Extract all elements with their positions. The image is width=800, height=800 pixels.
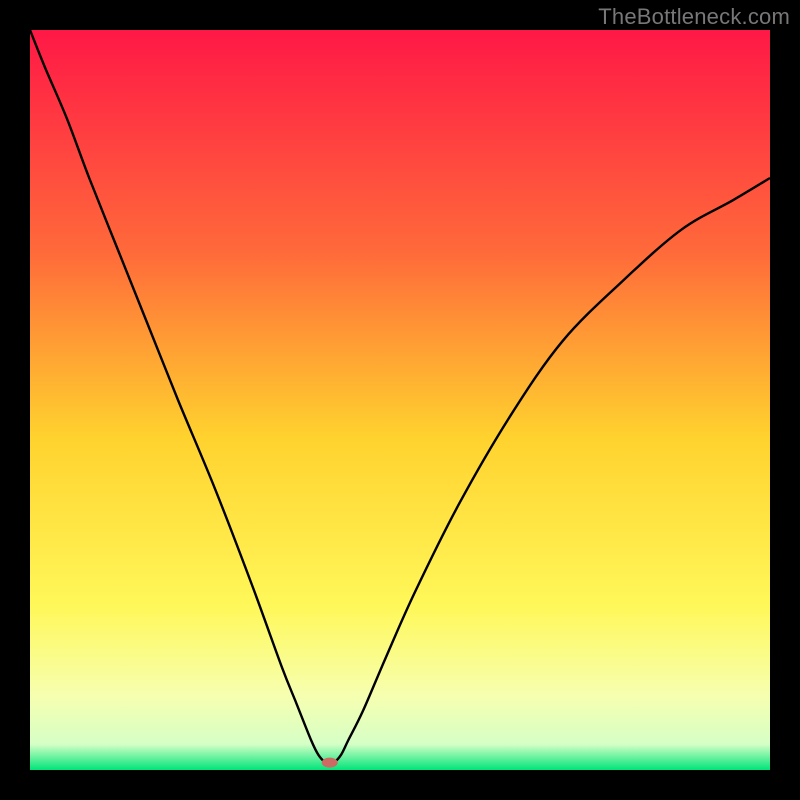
chart-frame: TheBottleneck.com bbox=[0, 0, 800, 800]
min-point-marker bbox=[322, 758, 338, 768]
plot-svg bbox=[30, 30, 770, 770]
gradient-background bbox=[30, 30, 770, 770]
plot-area bbox=[30, 30, 770, 770]
watermark-text: TheBottleneck.com bbox=[598, 4, 790, 30]
